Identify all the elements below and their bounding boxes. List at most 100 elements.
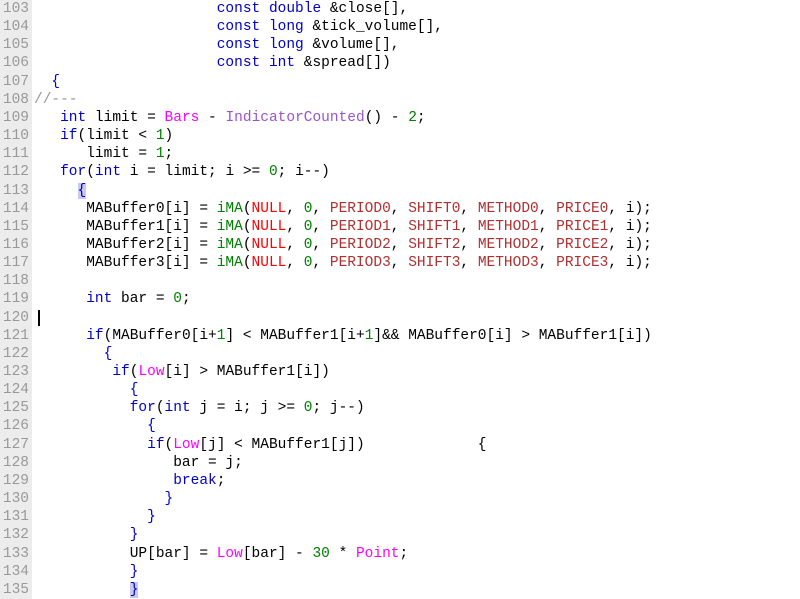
code-line-text[interactable]: } — [34, 581, 139, 599]
code-token-plain: ( — [242, 200, 252, 217]
code-line[interactable]: 134 } — [0, 563, 800, 581]
code-token-fn: iMA — [216, 255, 243, 272]
line-number: 117 — [2, 255, 29, 272]
code-line-text[interactable]: const long &tick_volume[], — [34, 18, 443, 36]
code-line[interactable]: 123 if(Low[i] > MABuffer1[i]) — [0, 363, 800, 381]
code-text-area[interactable]: 103 const double &close[], 104 const long… — [0, 0, 800, 599]
code-line[interactable]: 127 if(Low[j] < MABuffer1[j]) { — [0, 436, 800, 454]
code-line[interactable]: 119 int bar = 0; — [0, 290, 800, 308]
code-line[interactable]: 114 MABuffer0[i] = iMA(NULL, 0, PERIOD0,… — [0, 200, 800, 218]
code-line-text[interactable]: } — [34, 490, 174, 508]
line-number: 105 — [2, 37, 29, 54]
code-line-text[interactable]: MABuffer3[i] = iMA(NULL, 0, PERIOD3, SHI… — [34, 254, 652, 272]
code-token-plain: , — [460, 255, 478, 272]
code-line-text[interactable]: if(Low[j] < MABuffer1[j]) { — [34, 436, 486, 454]
code-token-plain: j = i; j >= — [199, 400, 304, 417]
code-token-const: PRICE2 — [556, 236, 609, 253]
code-line-text[interactable]: if(Low[i] > MABuffer1[i]) — [34, 363, 330, 381]
line-number: 109 — [2, 109, 29, 126]
code-token-kw: if — [86, 327, 104, 344]
code-line[interactable]: 126 { — [0, 417, 800, 435]
code-line-text[interactable]: } — [34, 526, 139, 544]
code-line-text[interactable]: if(MABuffer0[i+1] < MABuffer1[i+1]&& MAB… — [34, 327, 652, 345]
code-line[interactable]: 128 bar = j; — [0, 454, 800, 472]
code-line-text[interactable]: { — [34, 417, 156, 435]
code-line-text[interactable]: for(int j = i; j >= 0; j--) — [34, 399, 365, 417]
code-token-null: NULL — [251, 218, 287, 235]
code-token-brace: } — [164, 491, 174, 508]
code-line[interactable]: 106 const int &spread[]) — [0, 54, 800, 72]
code-line-text[interactable]: bar = j; — [34, 454, 243, 472]
code-token-plain: ( — [242, 236, 252, 253]
line-number: 110 — [2, 128, 29, 145]
code-line[interactable]: 129 break; — [0, 472, 800, 490]
code-line[interactable]: 107 { — [0, 73, 800, 91]
line-number: 104 — [2, 19, 29, 36]
code-line[interactable]: 131 } — [0, 508, 800, 526]
code-token-plain: MABuffer1[i] = — [34, 218, 217, 235]
code-line-text[interactable]: //--- — [34, 91, 78, 109]
code-line-text[interactable]: const double &close[], — [34, 0, 408, 18]
code-token-brace-hl: { — [77, 182, 87, 199]
code-line-text[interactable]: { — [34, 182, 87, 200]
code-line[interactable]: 110 if(limit < 1) — [0, 127, 800, 145]
code-line-text[interactable]: const int &spread[]) — [34, 54, 391, 72]
code-token-plain: ] < MABuffer1[i+ — [225, 327, 365, 344]
code-line[interactable]: 135 } — [0, 581, 800, 599]
code-line[interactable]: 103 const double &close[], — [0, 0, 800, 18]
code-line-text[interactable]: break; — [34, 472, 225, 490]
code-line[interactable]: 124 { — [0, 381, 800, 399]
code-line-text[interactable]: { — [34, 345, 113, 363]
code-token-brace: { — [103, 345, 113, 362]
code-line[interactable]: 108 //--- — [0, 91, 800, 109]
code-line-text[interactable]: MABuffer2[i] = iMA(NULL, 0, PERIOD2, SHI… — [34, 236, 652, 254]
line-number: 111 — [2, 146, 29, 163]
code-line[interactable]: 118 — [0, 272, 800, 290]
code-line-text[interactable]: if(limit < 1) — [34, 127, 173, 145]
code-line-text[interactable]: { — [34, 381, 139, 399]
code-line-text[interactable]: { — [34, 73, 60, 91]
code-line-text[interactable]: } — [34, 563, 139, 581]
code-line-text[interactable]: const long &volume[], — [34, 36, 400, 54]
code-token-plain: , — [390, 200, 409, 217]
code-line-text[interactable]: UP[bar] = Low[bar] - 30 * Point; — [34, 545, 409, 563]
code-line[interactable]: 111 limit = 1; — [0, 145, 800, 163]
code-line-text[interactable]: for(int i = limit; i >= 0; i--) — [34, 163, 330, 181]
code-line[interactable]: 112 for(int i = limit; i >= 0; i--) — [0, 163, 800, 181]
code-line-text[interactable]: MABuffer0[i] = iMA(NULL, 0, PERIOD0, SHI… — [34, 200, 652, 218]
code-token-brace: { — [147, 418, 156, 435]
code-line[interactable]: 121 if(MABuffer0[i+1] < MABuffer1[i+1]&&… — [0, 327, 800, 345]
code-line[interactable]: 105 const long &volume[], — [0, 36, 800, 54]
code-line[interactable]: 117 MABuffer3[i] = iMA(NULL, 0, PERIOD3,… — [0, 254, 800, 272]
code-token-const: PERIOD3 — [329, 255, 391, 272]
code-token-const: SHIFT3 — [408, 255, 461, 272]
code-line[interactable]: 120 — [0, 309, 800, 327]
code-token-plain: MABuffer2[i] = — [34, 236, 217, 253]
code-line[interactable]: 133 UP[bar] = Low[bar] - 30 * Point; — [0, 545, 800, 563]
code-editor[interactable]: 103 const double &close[], 104 const long… — [0, 0, 800, 599]
code-line[interactable]: 132 } — [0, 526, 800, 544]
code-line[interactable]: 113 { — [0, 182, 800, 200]
code-token-fn: iMA — [216, 236, 243, 253]
code-line-text[interactable]: } — [34, 508, 156, 526]
code-line[interactable]: 130 } — [0, 490, 800, 508]
code-line[interactable]: 125 for(int j = i; j >= 0; j--) — [0, 399, 800, 417]
code-line-text[interactable]: int bar = 0; — [34, 290, 190, 308]
code-line-text[interactable]: MABuffer1[i] = iMA(NULL, 0, PERIOD1, SHI… — [34, 218, 652, 236]
code-line-text[interactable]: limit = 1; — [34, 145, 173, 163]
code-token-const: PERIOD1 — [329, 218, 391, 235]
code-line[interactable]: 122 { — [0, 345, 800, 363]
code-line[interactable]: 115 MABuffer1[i] = iMA(NULL, 0, PERIOD1,… — [0, 218, 800, 236]
code-line[interactable]: 109 int limit = Bars - IndicatorCounted(… — [0, 109, 800, 127]
code-token-brace: { — [129, 382, 139, 399]
code-line-text[interactable]: int limit = Bars - IndicatorCounted() - … — [34, 109, 426, 127]
code-line[interactable]: 116 MABuffer2[i] = iMA(NULL, 0, PERIOD2,… — [0, 236, 800, 254]
code-token-kw: int — [94, 164, 130, 181]
code-token-plain: , — [538, 255, 557, 272]
code-line[interactable]: 104 const long &tick_volume[], — [0, 18, 800, 36]
code-token-const: PRICE3 — [556, 255, 609, 272]
code-token-plain: &spread[]) — [303, 55, 391, 72]
